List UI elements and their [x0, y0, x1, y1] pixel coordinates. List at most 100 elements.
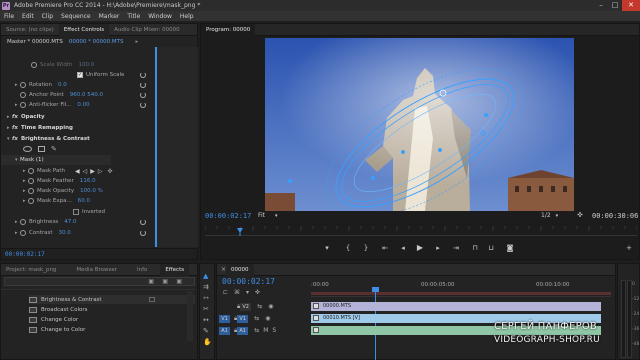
param-value[interactable]: 100.0	[79, 62, 95, 68]
inverted-checkbox[interactable]	[73, 209, 79, 215]
param-value[interactable]: 0.00	[77, 102, 89, 108]
tab-effects[interactable]: Effects	[160, 263, 190, 276]
menu-marker[interactable]: Marker	[95, 13, 124, 20]
param-value[interactable]: 960.0 540.0	[70, 92, 103, 98]
param-value[interactable]: 30.0	[59, 230, 71, 236]
timeline-playhead[interactable]	[372, 287, 379, 360]
selection-tool-icon[interactable]: ▲	[203, 272, 208, 280]
reset-icon[interactable]	[140, 72, 146, 78]
ellipse-icon[interactable]	[23, 146, 32, 152]
sync-lock-icon[interactable]: ⇆	[257, 303, 262, 310]
param-value[interactable]: 100.0 %	[80, 188, 103, 194]
extract-button[interactable]: ⊔	[486, 244, 496, 252]
tab-source[interactable]: Source: (no clips)	[1, 24, 59, 36]
tab-program[interactable]: Program: 00000	[201, 23, 256, 36]
track-name[interactable]: V2	[240, 302, 252, 311]
minimize-button[interactable]: –	[594, 0, 608, 11]
hand-tool-icon[interactable]: ✋	[203, 338, 212, 346]
add-button[interactable]: +	[624, 244, 634, 252]
fx-icon[interactable]: fx	[12, 125, 18, 131]
track-name[interactable]: V1	[237, 314, 249, 323]
sync-lock-icon[interactable]: ⇆	[254, 327, 259, 334]
program-scrubber[interactable]	[204, 226, 638, 236]
fit-dropdown[interactable]: Fit ▾	[258, 212, 288, 222]
lift-button[interactable]: ⊓	[470, 244, 480, 252]
track-name[interactable]: A1	[237, 326, 249, 335]
master-clip-label[interactable]: Master * 00000.MTS	[7, 39, 63, 45]
stopwatch-icon[interactable]	[28, 168, 34, 174]
program-timecode-left[interactable]: 00:00:02:17	[205, 212, 265, 222]
effect-item-change-to-color[interactable]: Change to Color	[29, 325, 85, 334]
menu-file[interactable]: File	[0, 13, 18, 20]
effect-item-broadcast-colors[interactable]: Broadcast Colors	[29, 305, 88, 314]
menu-clip[interactable]: Clip	[38, 13, 57, 20]
maximize-button[interactable]: □	[608, 0, 622, 11]
wrench-icon[interactable]: ✜	[107, 168, 112, 175]
mask-tracking-controls[interactable]: ◀◁▶▷	[75, 168, 105, 175]
go-to-in-button[interactable]: ⇤	[380, 244, 390, 252]
marker-icon[interactable]: ▾	[246, 289, 255, 296]
play-icon[interactable]: ▶	[415, 243, 425, 252]
stopwatch-icon[interactable]	[20, 102, 26, 108]
wrench-icon[interactable]: ✜	[577, 211, 587, 221]
effect-item-brightness-contrast[interactable]: Brightness & Contrast	[29, 295, 195, 304]
step-forward-icon[interactable]: ▸	[433, 244, 443, 252]
mark-out-icon[interactable]: }	[361, 244, 371, 252]
reset-icon[interactable]	[140, 102, 146, 108]
clip-v2[interactable]: 00000.MTS	[311, 302, 601, 311]
snap-icon[interactable]: ⊏	[223, 289, 234, 296]
ec-timecode[interactable]: 00:00:02:17	[5, 251, 45, 258]
fx-icon[interactable]: fx	[12, 114, 18, 120]
timeline-timecode[interactable]: 00:00:02:17	[222, 277, 275, 286]
stopwatch-icon[interactable]	[28, 178, 34, 184]
stopwatch-icon[interactable]	[20, 230, 26, 236]
razor-tool-icon[interactable]: ✂	[203, 305, 209, 313]
pen-icon[interactable]: ✎	[203, 327, 209, 335]
menu-sequence[interactable]: Sequence	[57, 13, 95, 20]
tab-audio-clip-mixer[interactable]: Audio Clip Mixer: 00000	[109, 24, 185, 36]
program-video-frame[interactable]	[265, 38, 574, 211]
step-back-icon[interactable]: ◂	[398, 244, 408, 252]
rect-icon[interactable]	[38, 146, 45, 152]
param-value[interactable]: 47.0	[64, 219, 76, 225]
param-value[interactable]: 0.0	[58, 82, 67, 88]
time-remapping-row[interactable]: ▸ fx Time Remapping	[1, 123, 198, 133]
slip-tool-icon[interactable]: ↔	[203, 316, 209, 324]
menu-help[interactable]: Help	[176, 13, 198, 20]
sequence-clip-label[interactable]: 00000 * 00000.MTS	[69, 39, 124, 45]
param-value[interactable]: 60.0	[78, 198, 90, 204]
menu-window[interactable]: Window	[144, 13, 176, 20]
menu-edit[interactable]: Edit	[18, 13, 38, 20]
mute-icon[interactable]: M	[263, 327, 268, 334]
tab-project[interactable]: Project: mask_png	[1, 264, 61, 276]
mark-in-icon[interactable]: {	[343, 244, 353, 252]
effects-search-input[interactable]: ▣ ▣ ▣	[4, 277, 195, 286]
link-icon[interactable]: ⌘	[234, 289, 246, 296]
close-button[interactable]: ✕	[622, 0, 640, 11]
tab-info[interactable]: Info	[132, 264, 152, 276]
stopwatch-icon[interactable]	[28, 198, 34, 204]
stopwatch-icon[interactable]	[28, 188, 34, 194]
resolution-dropdown[interactable]: 1/2 ▾	[541, 212, 561, 222]
reset-icon[interactable]	[140, 219, 146, 225]
program-current-timecode[interactable]: 00:00:02:17	[205, 212, 251, 220]
settings-icon[interactable]: ✜	[255, 289, 266, 296]
effects-scrollbar[interactable]	[187, 291, 193, 341]
ripple-edit-tool-icon[interactable]: ⇿	[203, 294, 209, 302]
uniform-scale-checkbox[interactable]: ✓	[77, 72, 83, 78]
stopwatch-icon[interactable]	[20, 82, 26, 88]
sync-lock-icon[interactable]: ⇆	[254, 315, 259, 322]
source-patch[interactable]: A1	[219, 326, 230, 335]
go-to-out-button[interactable]: ⇥	[451, 244, 461, 252]
reset-icon[interactable]	[140, 82, 146, 88]
reset-icon[interactable]	[140, 92, 146, 98]
add-marker-button[interactable]: ▾	[322, 244, 332, 252]
fx-icon[interactable]: fx	[12, 136, 18, 142]
track-select-tool-icon[interactable]: ⇉	[203, 283, 209, 291]
playhead-handle[interactable]	[372, 287, 379, 292]
brightness-contrast-row[interactable]: ▾ fx Brightness & Contrast	[1, 134, 198, 144]
tab-media-browser[interactable]: Media Browser	[71, 264, 122, 276]
param-value[interactable]: 116.0	[80, 178, 96, 184]
pen-icon[interactable]: ✎	[51, 145, 57, 153]
opacity-effect-row[interactable]: ▸ fx Opacity	[1, 112, 198, 122]
